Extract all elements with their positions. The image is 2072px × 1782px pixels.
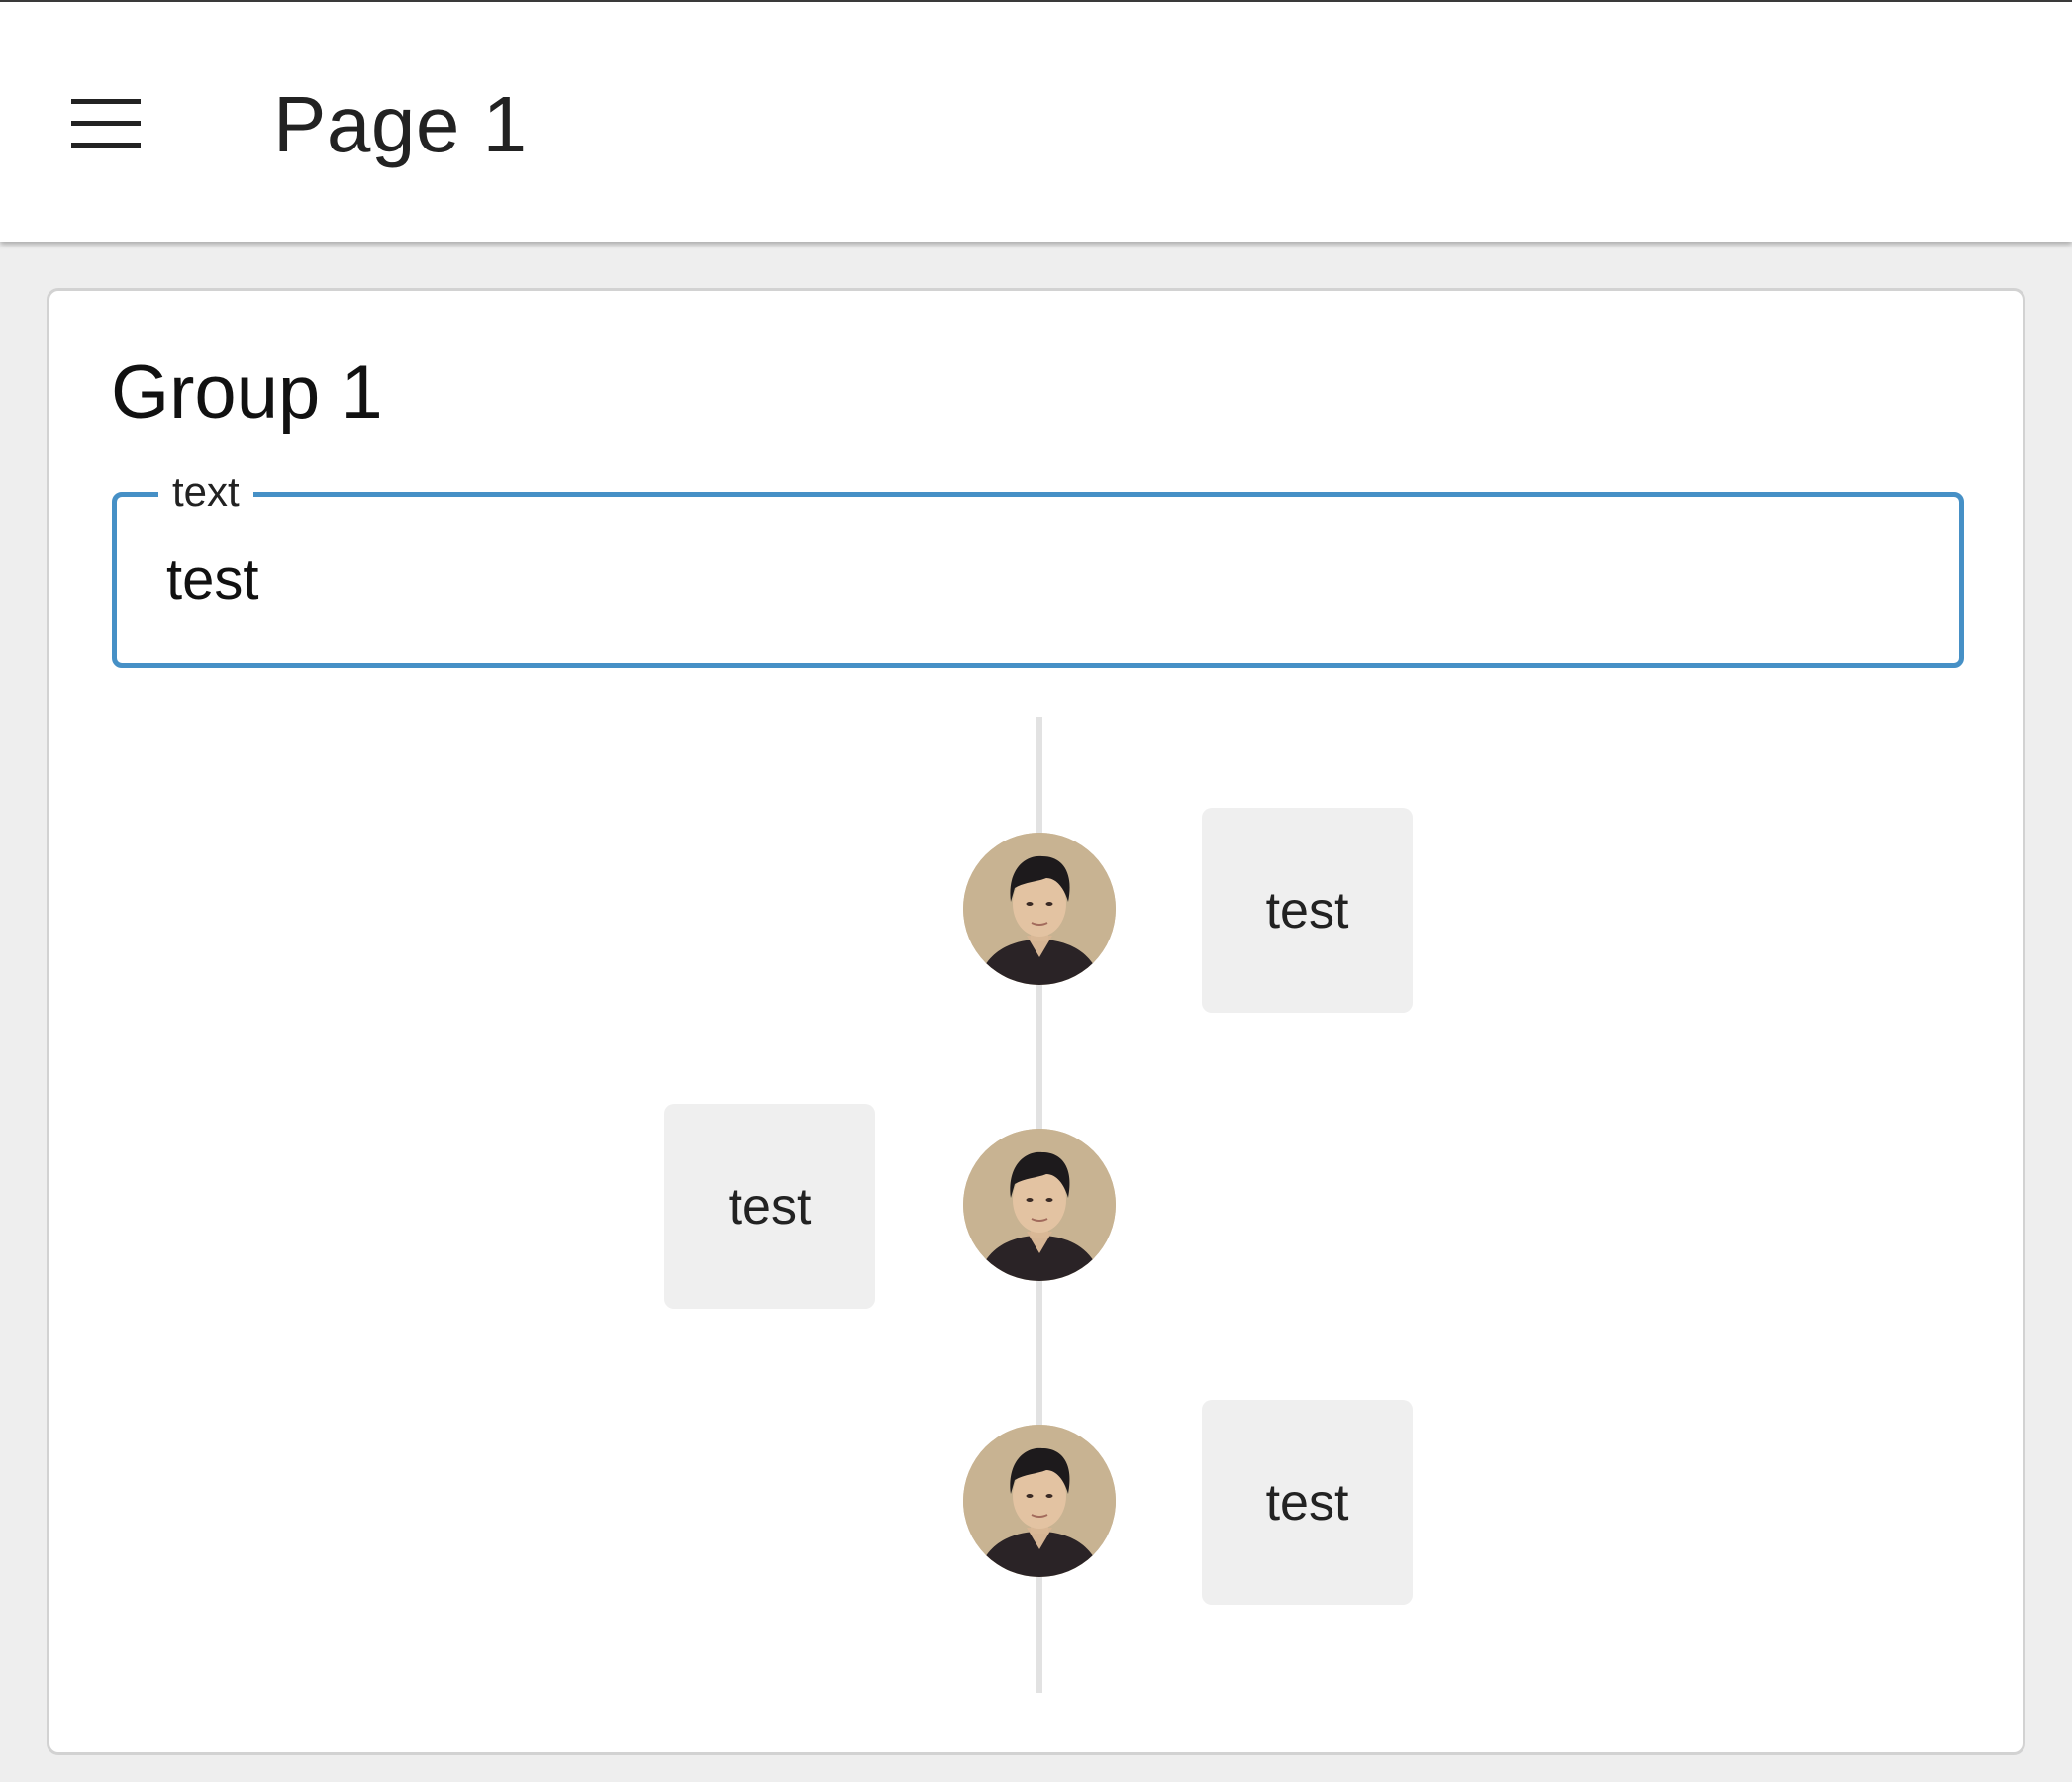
page-title: Page 1 xyxy=(273,80,528,168)
timeline-bubble: test xyxy=(1202,808,1413,1013)
group-card: Group 1 text test test test xyxy=(47,288,2025,1755)
text-field-label: text xyxy=(158,464,253,520)
avatar xyxy=(963,833,1116,985)
menu-button[interactable] xyxy=(51,79,160,168)
timeline-bubble: test xyxy=(664,1104,875,1309)
avatar xyxy=(963,1129,1116,1281)
group-title: Group 1 xyxy=(111,350,383,435)
hamburger-menu-icon xyxy=(71,99,141,148)
app-bar: Page 1 xyxy=(0,0,2072,242)
avatar xyxy=(963,1425,1116,1577)
text-field[interactable]: text xyxy=(112,464,1964,668)
text-input[interactable] xyxy=(166,544,1849,614)
avatar-photo-icon xyxy=(963,1129,1116,1281)
avatar-photo-icon xyxy=(963,1425,1116,1577)
avatar-photo-icon xyxy=(963,833,1116,985)
timeline-bubble: test xyxy=(1202,1400,1413,1605)
